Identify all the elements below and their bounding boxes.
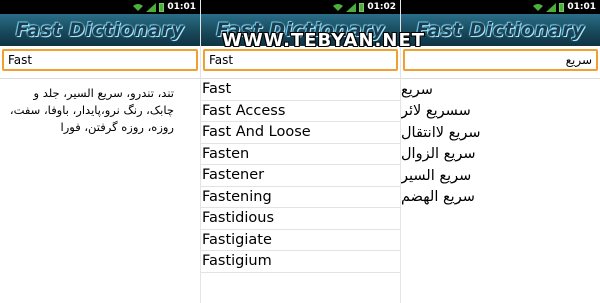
- watermark-text: WWW.TEBYAN.NET: [222, 30, 426, 51]
- panel-persian-results: 01:01 Fast Dictionary سریع سریع سسریع لا…: [400, 0, 600, 303]
- list-item[interactable]: سسریع لائر: [401, 101, 566, 123]
- list-item[interactable]: Fasten: [201, 144, 400, 165]
- list-item[interactable]: Fastening: [201, 187, 400, 208]
- search-input[interactable]: Fast: [203, 49, 398, 71]
- search-input[interactable]: سریع: [403, 49, 598, 71]
- list-item[interactable]: Fast Access: [201, 101, 400, 122]
- list-item[interactable]: Fast: [201, 79, 400, 101]
- list-item[interactable]: Fastidious: [201, 208, 400, 230]
- battery-icon: [559, 2, 565, 12]
- wifi-icon: [333, 4, 344, 11]
- app-title-bar: Fast Dictionary: [401, 14, 600, 46]
- app-title-bar: Fast Dictionary: [0, 14, 200, 46]
- list-item[interactable]: سریع الهضم: [401, 187, 566, 209]
- search-input[interactable]: Fast: [2, 49, 198, 71]
- signal-icon: [146, 2, 157, 12]
- status-time: 01:01: [567, 2, 596, 12]
- search-row: Fast: [0, 46, 200, 71]
- status-time: 01:01: [167, 2, 196, 12]
- search-input-value: سریع: [565, 53, 592, 67]
- status-bar: 01:02: [201, 0, 400, 14]
- status-time: 01:02: [367, 2, 396, 12]
- list-item[interactable]: سریع السیر: [401, 165, 566, 187]
- app-title: Fast Dictionary: [416, 19, 585, 41]
- definition-text: تند، تندرو، سریع السیر، جلد و چابک، رنگ …: [9, 86, 174, 134]
- signal-icon: [346, 2, 357, 12]
- battery-icon: [359, 2, 365, 12]
- search-input-value: Fast: [209, 53, 234, 67]
- list-item[interactable]: Fastigiate: [201, 230, 400, 251]
- battery-icon: [159, 2, 165, 12]
- search-input-value: Fast: [8, 53, 33, 67]
- results-list: سریع سسریع لائر سریع لاانتقال سریع الزوا…: [401, 79, 600, 208]
- app-title: Fast Dictionary: [15, 19, 185, 41]
- list-item[interactable]: Fastigium: [201, 251, 400, 273]
- list-item[interactable]: سریع الزوال: [401, 144, 566, 166]
- wifi-icon: [533, 4, 544, 11]
- wifi-icon: [133, 4, 144, 11]
- list-item[interactable]: سریع: [401, 79, 566, 101]
- status-bar: 01:01: [0, 0, 200, 14]
- list-item[interactable]: Fastener: [201, 165, 400, 187]
- results-list: Fast Fast Access Fast And Loose Fasten F…: [201, 79, 400, 273]
- screenshot-collage: 01:01 Fast Dictionary Fast تند، تندرو، س…: [0, 0, 600, 303]
- panel-definition: 01:01 Fast Dictionary Fast تند، تندرو، س…: [0, 0, 200, 303]
- list-item[interactable]: سریع لاانتقال: [401, 122, 566, 144]
- list-item[interactable]: Fast And Loose: [201, 122, 400, 144]
- search-row: سریع: [401, 46, 600, 71]
- signal-icon: [546, 2, 557, 12]
- status-bar: 01:01: [401, 0, 600, 14]
